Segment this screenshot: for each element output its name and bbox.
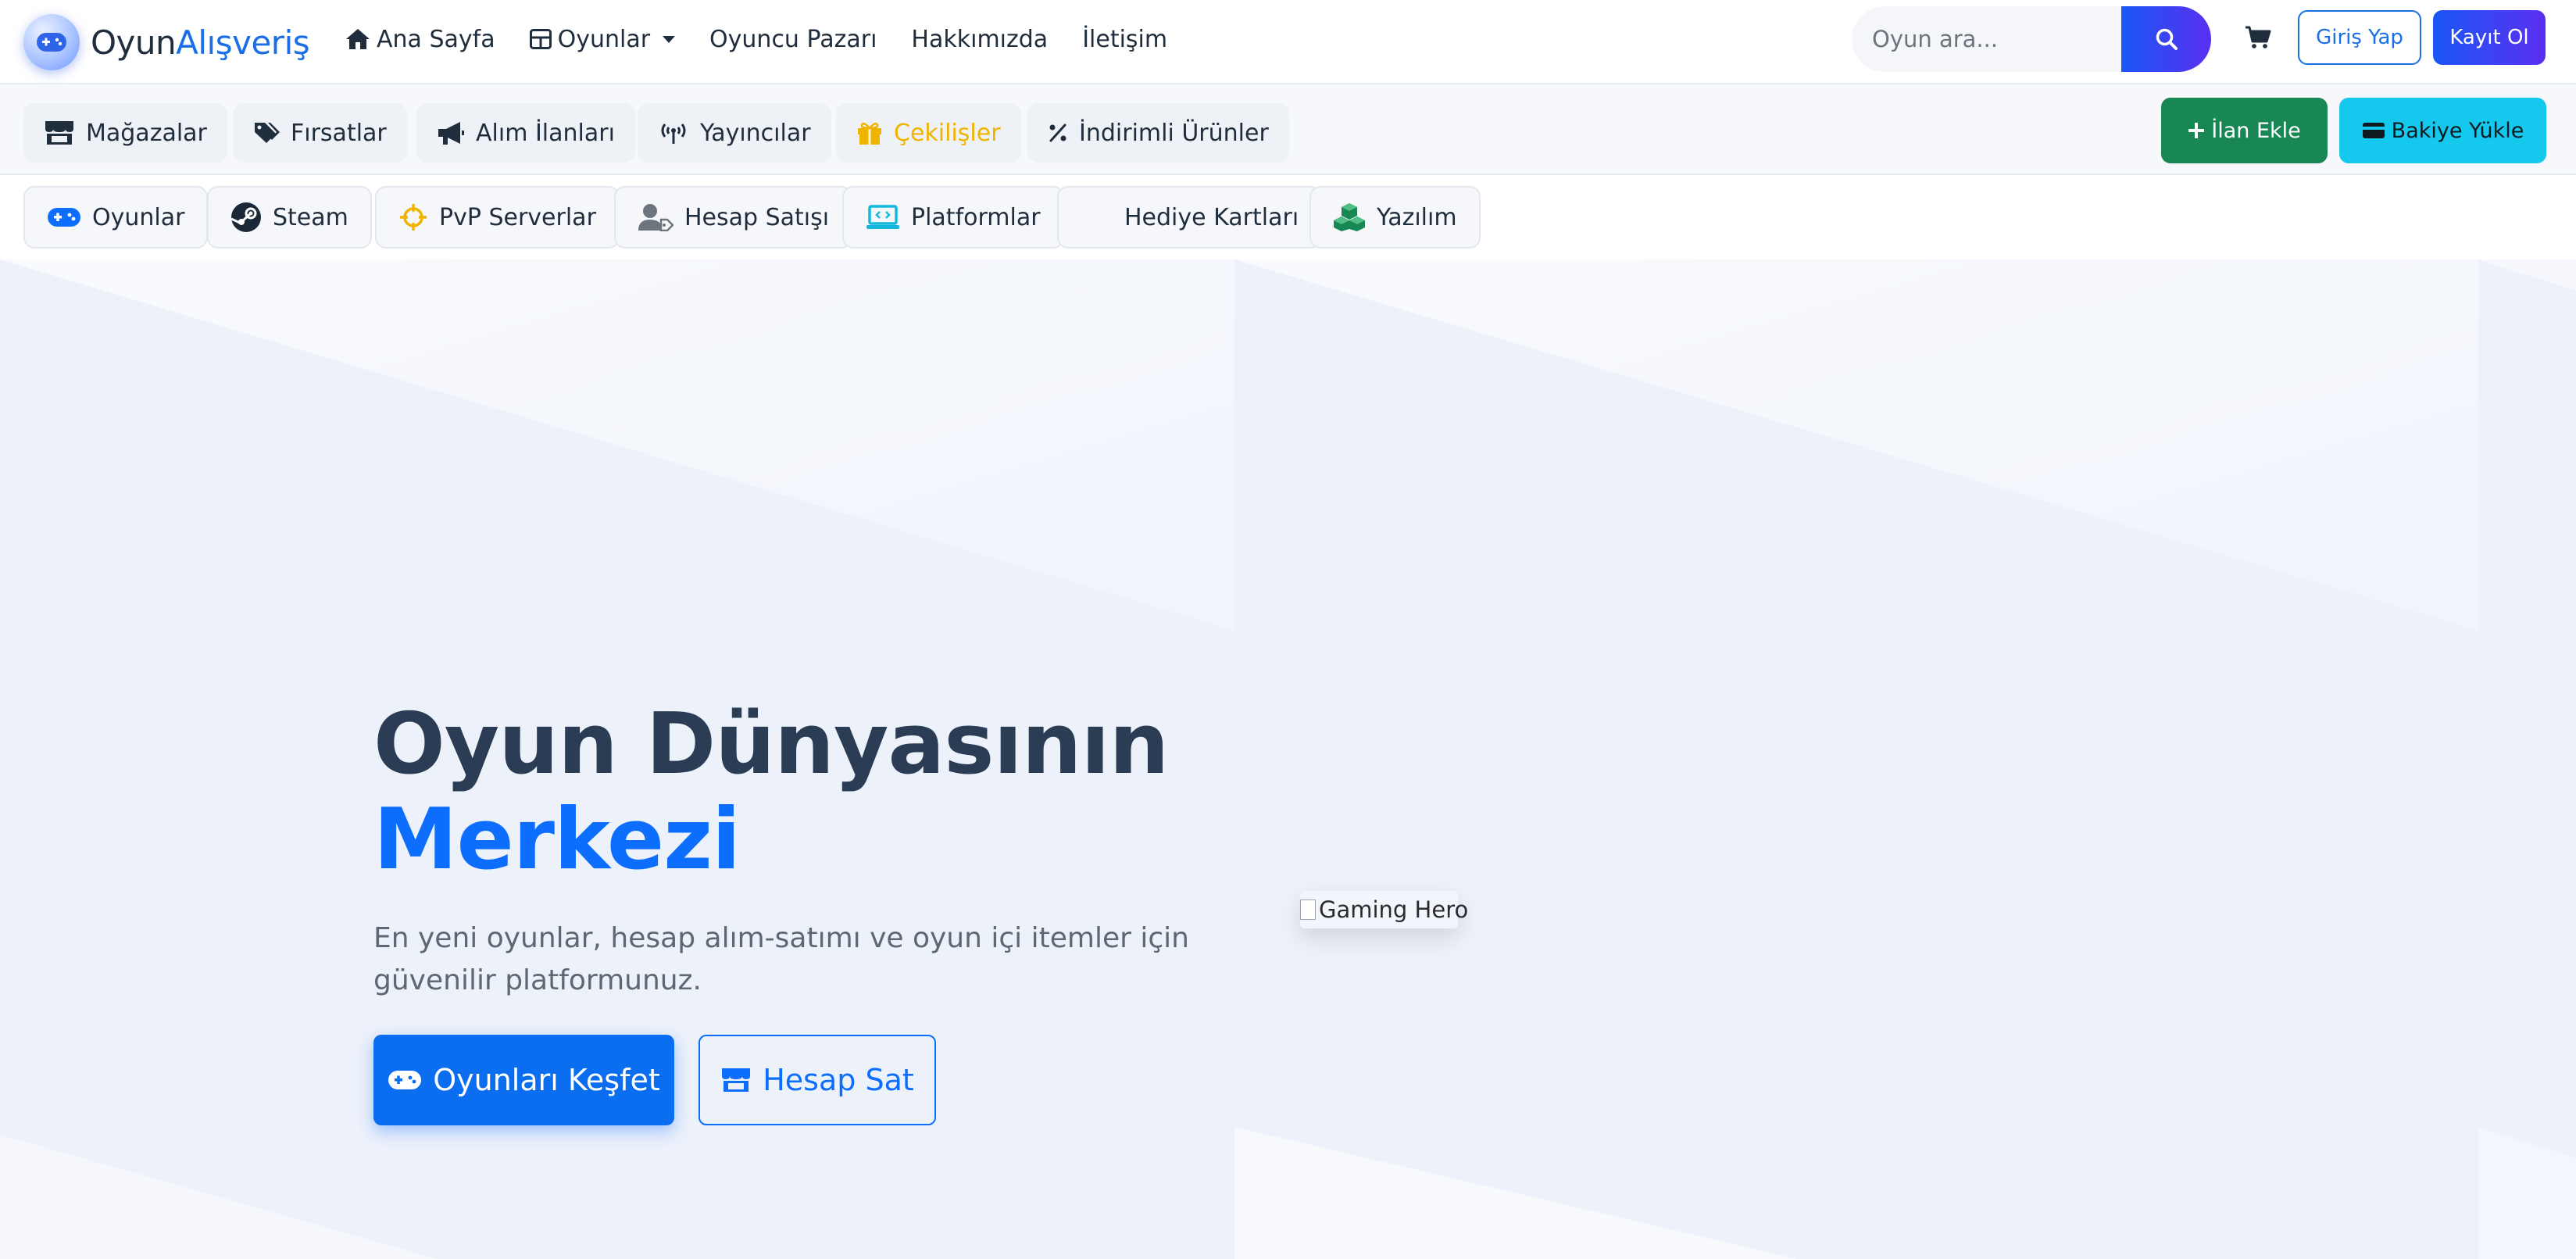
subnav-streamers[interactable]: Yayıncılar <box>638 103 831 163</box>
nav-player-market-label: Oyuncu Pazarı <box>709 25 877 53</box>
home-icon <box>346 29 370 49</box>
category-steam-label: Steam <box>273 203 348 231</box>
secondary-nav: Mağazalar Fırsatlar Alım İlanları Yayınc… <box>0 84 2576 175</box>
nav-about-label: Hakkımızda <box>911 25 1049 53</box>
category-bar: Oyunlar Steam PvP Serverlar Hesap Satışı… <box>0 175 2576 259</box>
gamepad-icon <box>48 208 80 227</box>
chevron-down-icon <box>663 35 676 43</box>
top-up-balance-button[interactable]: Bakiye Yükle <box>2339 98 2546 163</box>
nav-contact[interactable]: İletişim <box>1065 0 1184 78</box>
search-form <box>1852 6 2211 72</box>
hero-subtitle: En yeni oyunlar, hesap alım-satımı ve oy… <box>373 922 1189 996</box>
megaphone-icon <box>438 122 464 145</box>
subnav-purchase-ads-label: Alım İlanları <box>476 119 615 147</box>
hero-section: Oyun Dünyasının Merkezi En yeni oyunlar,… <box>0 259 2576 1259</box>
gift-icon <box>858 122 881 145</box>
nav-about[interactable]: Hakkımızda <box>894 0 1065 78</box>
hero-image-alt-text: Gaming Hero <box>1319 896 1469 923</box>
gamepad-logo-icon <box>23 14 80 70</box>
gamepad-icon <box>388 1071 422 1089</box>
hero-image-broken: Gaming Hero <box>1300 891 1468 928</box>
cubes-icon <box>1334 203 1365 231</box>
add-listing-label: İlan Ekle <box>2211 118 2301 143</box>
subnav-giveaways[interactable]: Çekilişler <box>836 103 1021 163</box>
hero-title-line2: Merkezi <box>373 791 741 889</box>
hero-title-line1: Oyun Dünyasının <box>373 696 1169 793</box>
tags-icon <box>255 123 280 143</box>
category-software-label: Yazılım <box>1377 203 1457 231</box>
main-nav: Ana Sayfa Oyunlar Oyuncu Pazarı Hakkımız… <box>328 0 1184 78</box>
cart-button[interactable] <box>2241 20 2275 55</box>
brand-name-part2: Alışveriş <box>176 23 310 62</box>
category-gift-cards-label: Hediye Kartları <box>1124 203 1299 231</box>
brand-name-part1: Oyun <box>91 23 177 62</box>
user-tag-icon <box>638 204 673 231</box>
register-button[interactable]: Kayıt Ol <box>2433 10 2546 65</box>
sell-account-label: Hesap Sat <box>763 1063 914 1097</box>
percent-icon <box>1049 123 1066 142</box>
category-steam[interactable]: Steam <box>207 186 372 249</box>
grid-table-icon <box>529 29 552 49</box>
category-platforms-label: Platformlar <box>911 203 1041 231</box>
subnav-stores[interactable]: Mağazalar <box>23 103 227 163</box>
nav-contact-label: İletişim <box>1082 25 1168 53</box>
nav-games-label: Oyunlar <box>557 25 651 53</box>
search-icon <box>2156 28 2178 50</box>
subnav-stores-label: Mağazalar <box>86 119 207 147</box>
store-icon <box>45 121 73 145</box>
hero-title: Oyun Dünyasının Merkezi <box>373 696 1169 889</box>
category-gift-cards[interactable]: Hediye Kartları <box>1057 186 1323 249</box>
subnav-deals-label: Fırsatlar <box>291 119 387 147</box>
brand-name: OyunAlışveriş <box>91 23 310 62</box>
plus-icon <box>2188 123 2205 138</box>
category-account-sales[interactable]: Hesap Satışı <box>614 186 853 249</box>
nav-games-dropdown[interactable]: Oyunlar <box>513 0 692 78</box>
subnav-discounted[interactable]: İndirimli Ürünler <box>1027 103 1289 163</box>
category-pvp-servers[interactable]: PvP Serverlar <box>375 186 620 249</box>
nav-home-label: Ana Sayfa <box>377 25 495 53</box>
crosshairs-icon <box>400 204 427 231</box>
category-games-label: Oyunlar <box>92 203 185 231</box>
store-icon <box>722 1068 751 1092</box>
login-button[interactable]: Giriş Yap <box>2298 10 2421 65</box>
add-listing-button[interactable]: İlan Ekle <box>2161 98 2328 163</box>
category-platforms[interactable]: Platformlar <box>842 186 1064 249</box>
explore-games-button[interactable]: Oyunları Keşfet <box>373 1035 674 1125</box>
sell-account-button[interactable]: Hesap Sat <box>698 1035 936 1125</box>
top-navbar: OyunAlışveriş Ana Sayfa Oyunlar Oyuncu P… <box>0 0 2576 84</box>
nav-home[interactable]: Ana Sayfa <box>328 0 513 78</box>
category-account-sales-label: Hesap Satışı <box>684 203 830 231</box>
brand-logo-link[interactable]: OyunAlışveriş <box>23 8 310 77</box>
cart-icon <box>2246 26 2271 48</box>
steam-icon <box>230 202 261 232</box>
credit-card-icon <box>2362 123 2385 138</box>
laptop-code-icon <box>866 205 899 229</box>
nav-player-market[interactable]: Oyuncu Pazarı <box>692 0 894 78</box>
broken-image-icon <box>1300 900 1316 920</box>
category-games[interactable]: Oyunlar <box>23 186 209 249</box>
search-input[interactable] <box>1852 6 2121 72</box>
subnav-purchase-ads[interactable]: Alım İlanları <box>416 103 635 163</box>
explore-games-label: Oyunları Keşfet <box>433 1063 660 1097</box>
search-button[interactable] <box>2121 6 2211 72</box>
category-software[interactable]: Yazılım <box>1309 186 1481 249</box>
broadcast-tower-icon <box>661 123 686 144</box>
category-pvp-servers-label: PvP Serverlar <box>439 203 596 231</box>
subnav-giveaways-label: Çekilişler <box>894 119 1001 147</box>
subnav-discounted-label: İndirimli Ürünler <box>1079 119 1269 147</box>
top-up-balance-label: Bakiye Yükle <box>2391 118 2524 143</box>
subnav-deals[interactable]: Fırsatlar <box>233 103 407 163</box>
subnav-streamers-label: Yayıncılar <box>700 119 811 147</box>
